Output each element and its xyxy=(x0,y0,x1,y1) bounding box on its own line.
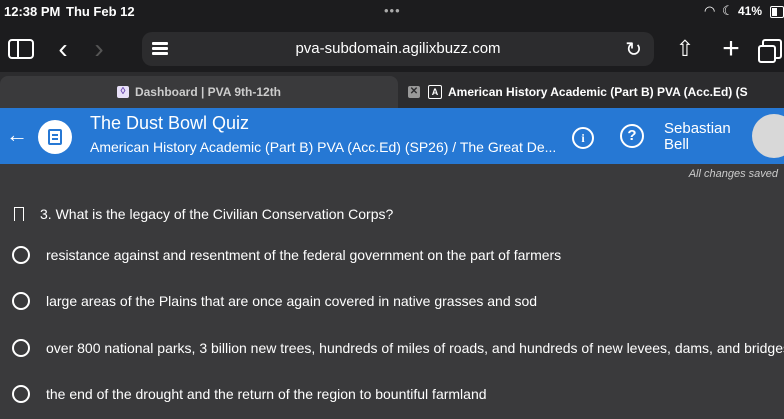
quiz-header: ← The Dust Bowl Quiz American History Ac… xyxy=(0,108,784,164)
status-date: Thu Feb 12 xyxy=(66,4,135,19)
back-arrow-icon[interactable]: ← xyxy=(6,122,28,148)
battery-percent: 41% xyxy=(738,4,763,18)
sidebar-toggle-button[interactable] xyxy=(6,26,36,72)
address-bar[interactable]: pva-subdomain.agilixbuzz.com ↻ xyxy=(142,32,654,66)
radio-button[interactable] xyxy=(12,292,30,310)
tab-bar: ◊ Dashboard | PVA 9th-12th ✕ A American … xyxy=(0,72,784,108)
tab-label: American History Academic (Part B) PVA (… xyxy=(448,85,748,99)
new-tab-button[interactable]: + xyxy=(716,26,746,72)
status-bar: 12:38 PM Thu Feb 12 ••• ◠ ☾ 41% xyxy=(0,0,784,26)
answer-option[interactable]: over 800 national parks, 3 billion new t… xyxy=(12,339,784,357)
tab-label: Dashboard | PVA 9th-12th xyxy=(134,85,282,99)
user-first-name[interactable]: Sebastian xyxy=(664,120,731,137)
answer-text[interactable]: resistance against and resentment of the… xyxy=(46,247,561,263)
radio-button[interactable] xyxy=(12,385,30,403)
user-last-name[interactable]: Bell xyxy=(664,136,689,153)
tabs-icon xyxy=(758,39,782,63)
answer-text[interactable]: over 800 national parks, 3 billion new t… xyxy=(46,340,784,356)
radio-button[interactable] xyxy=(12,339,30,357)
tab-favicon-icon: A xyxy=(428,85,442,99)
save-status: All changes saved xyxy=(688,168,778,180)
multitasking-dots-icon[interactable]: ••• xyxy=(384,3,401,18)
tab-dashboard[interactable]: ◊ Dashboard | PVA 9th-12th xyxy=(0,76,398,108)
bulb-icon: ◊ xyxy=(116,86,129,98)
answer-text[interactable]: the end of the drought and the return of… xyxy=(46,386,487,402)
back-button[interactable]: ‹ xyxy=(52,26,74,72)
radio-button[interactable] xyxy=(12,246,30,264)
tab-american-history[interactable]: ✕ A American History Academic (Part B) P… xyxy=(402,76,784,108)
answer-text[interactable]: large areas of the Plains that are once … xyxy=(46,293,537,309)
answer-option[interactable]: resistance against and resentment of the… xyxy=(12,246,561,264)
answer-option[interactable]: large areas of the Plains that are once … xyxy=(12,292,537,310)
quiz-icon xyxy=(38,120,72,154)
tab-overview-button[interactable] xyxy=(758,26,784,72)
moon-icon: ☾ xyxy=(722,3,734,18)
url-text[interactable]: pva-subdomain.agilixbuzz.com xyxy=(142,40,654,57)
bookmark-icon[interactable] xyxy=(13,207,24,222)
course-breadcrumb[interactable]: American History Academic (Part B) PVA (… xyxy=(90,139,556,155)
share-button[interactable]: ⇧ xyxy=(670,26,700,72)
reload-icon[interactable]: ↻ xyxy=(625,37,642,62)
close-tab-icon[interactable]: ✕ xyxy=(408,86,420,98)
status-time: 12:38 PM xyxy=(4,4,61,19)
page-title: The Dust Bowl Quiz xyxy=(90,113,250,133)
forward-button[interactable]: › xyxy=(88,26,110,72)
avatar[interactable] xyxy=(752,114,784,158)
help-icon[interactable]: ? xyxy=(620,124,644,148)
battery-icon xyxy=(770,6,784,18)
info-icon[interactable]: i xyxy=(572,127,594,149)
wifi-icon: ◠ xyxy=(704,3,716,18)
sidebar-icon xyxy=(8,39,34,59)
answer-option[interactable]: the end of the drought and the return of… xyxy=(12,385,487,403)
browser-toolbar: ‹ › pva-subdomain.agilixbuzz.com ↻ ⇧ + xyxy=(0,26,784,72)
question-text: 3. What is the legacy of the Civilian Co… xyxy=(40,206,394,222)
question: 3. What is the legacy of the Civilian Co… xyxy=(13,206,394,222)
